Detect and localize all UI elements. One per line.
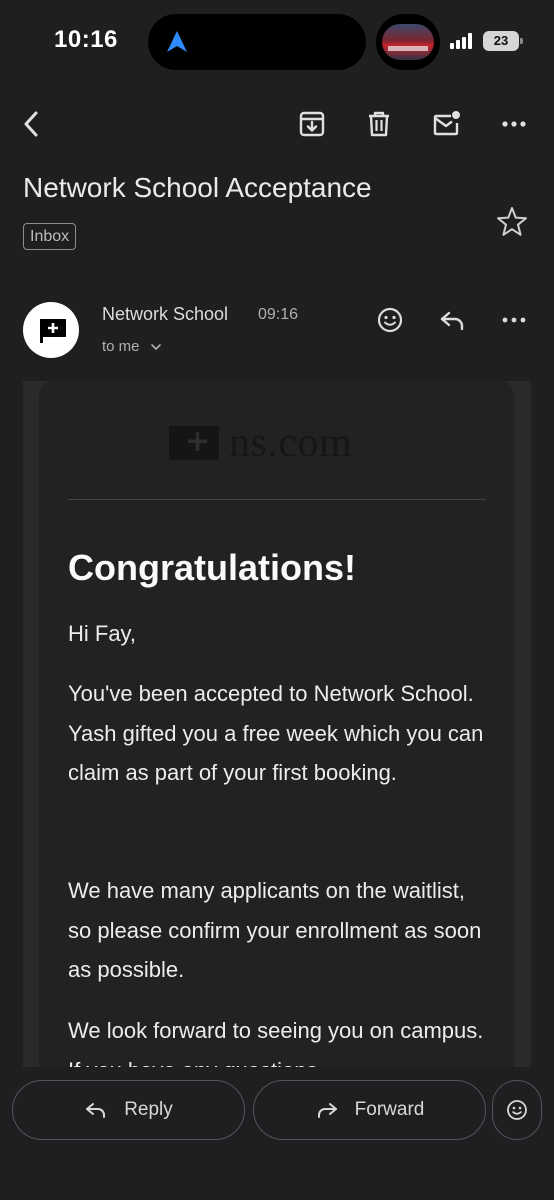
email-card: ns.com Congratulations! Hi Fay, You've b… bbox=[39, 381, 514, 1067]
trash-icon bbox=[369, 111, 389, 137]
forward-label: Forward bbox=[354, 1099, 425, 1120]
sender-name[interactable]: Network School bbox=[102, 304, 228, 325]
flag-logo-icon bbox=[169, 425, 219, 460]
brand-logo[interactable]: ns.com bbox=[169, 420, 353, 466]
email-body: ns.com Congratulations! Hi Fay, You've b… bbox=[23, 381, 531, 1067]
forward-icon bbox=[317, 1103, 337, 1118]
reply-label: Reply bbox=[124, 1099, 173, 1120]
status-bar: 10:16 23 bbox=[0, 0, 554, 84]
react-emoji-button[interactable] bbox=[370, 300, 410, 340]
reply-button[interactable]: Reply bbox=[12, 1080, 245, 1140]
news-video-thumbnail bbox=[382, 24, 434, 60]
email-time: 09:16 bbox=[258, 306, 299, 323]
cellular-signal-icon bbox=[450, 33, 476, 49]
reply-icon bbox=[440, 311, 464, 331]
more-horizontal-icon bbox=[502, 121, 526, 127]
more-options-button[interactable] bbox=[490, 100, 538, 148]
more-horizontal-icon bbox=[502, 317, 526, 323]
bottom-action-bar: Reply Forward bbox=[0, 1067, 554, 1200]
smiley-icon bbox=[377, 307, 403, 333]
greeting: Hi Fay, bbox=[68, 621, 137, 646]
brand-name: ns.com bbox=[229, 420, 353, 466]
star-icon[interactable] bbox=[494, 204, 530, 240]
delete-button[interactable] bbox=[355, 100, 403, 148]
archive-icon bbox=[299, 111, 325, 137]
email-screen: 10:16 23 Network School Acceptance Inbox… bbox=[0, 0, 554, 1200]
mark-unread-button[interactable] bbox=[422, 100, 470, 148]
emoji-reaction-button[interactable] bbox=[492, 1080, 542, 1140]
paragraph-acceptance: You've been accepted to Network School. … bbox=[68, 681, 484, 785]
paragraph-closing: We look forward to seeing you on campus.… bbox=[68, 1018, 484, 1067]
battery-indicator: 23 bbox=[483, 31, 523, 51]
back-button[interactable] bbox=[8, 100, 56, 148]
recipient-label: to me bbox=[102, 338, 140, 355]
chevron-left-icon bbox=[24, 111, 38, 137]
inbox-label-chip[interactable]: Inbox bbox=[23, 223, 77, 250]
mail-unread-icon bbox=[433, 111, 460, 136]
message-more-button[interactable] bbox=[494, 300, 534, 340]
forward-button[interactable]: Forward bbox=[253, 1080, 486, 1140]
smiley-icon bbox=[507, 1100, 527, 1120]
live-activity-thumbnail[interactable] bbox=[376, 14, 440, 70]
dynamic-island[interactable] bbox=[148, 14, 366, 70]
divider bbox=[68, 499, 486, 500]
email-heading: Congratulations! bbox=[68, 547, 356, 588]
email-subject: Network School Acceptance bbox=[23, 172, 372, 203]
chevron-down-icon bbox=[150, 343, 161, 350]
email-toolbar bbox=[0, 96, 554, 152]
sender-avatar[interactable] bbox=[23, 302, 79, 358]
paragraph-waitlist: We have many applicants on the waitlist,… bbox=[68, 878, 482, 982]
archive-button[interactable] bbox=[288, 100, 336, 148]
flag-logo-icon bbox=[40, 319, 66, 343]
reply-icon bbox=[86, 1103, 106, 1118]
reply-icon-button[interactable] bbox=[432, 300, 472, 340]
recipient-toggle[interactable]: to me bbox=[102, 338, 162, 355]
status-time: 10:16 bbox=[54, 26, 118, 53]
navigation-arrow-icon bbox=[167, 31, 187, 52]
